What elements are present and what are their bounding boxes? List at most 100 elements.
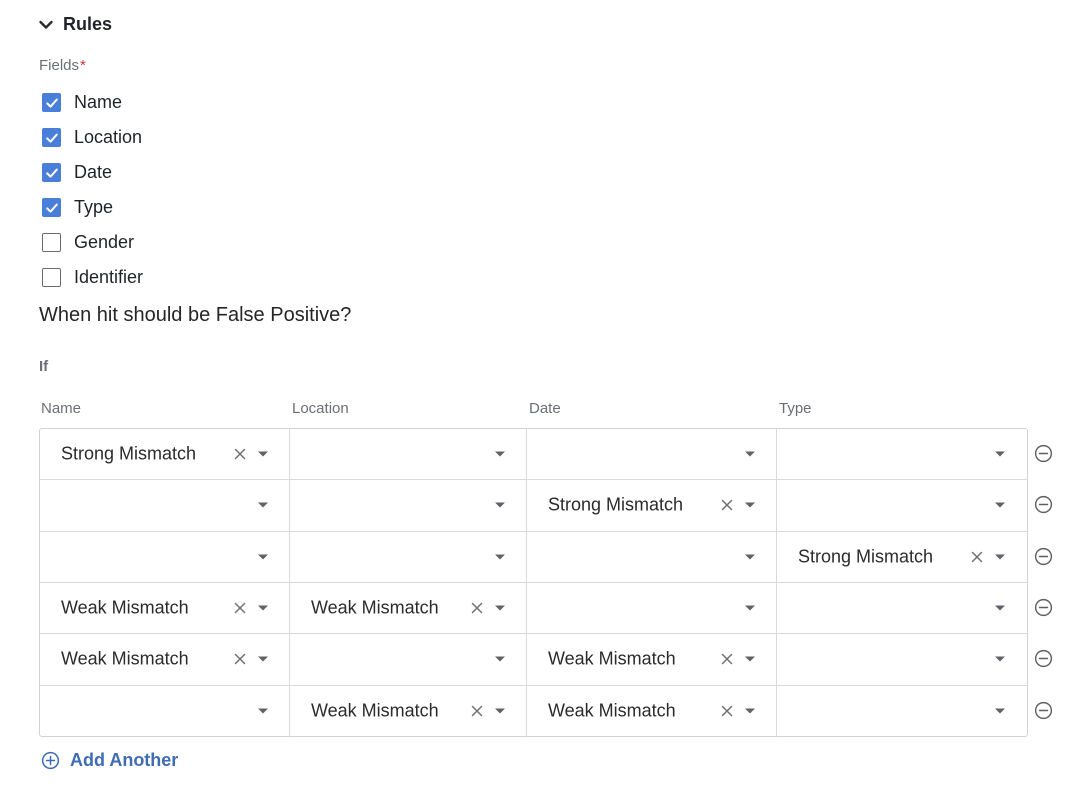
select-date[interactable]: Weak Mismatch: [527, 685, 777, 737]
dropdown-caret-icon[interactable]: [994, 707, 1006, 715]
dropdown-caret-icon[interactable]: [994, 450, 1006, 458]
select-value: Strong Mismatch: [61, 443, 197, 464]
field-checkbox[interactable]: [42, 268, 61, 287]
rule-row: Weak Mismatch Weak Mismatch: [40, 685, 1027, 737]
select-name[interactable]: Strong Mismatch: [40, 429, 290, 480]
select-value: Weak Mismatch: [311, 700, 439, 721]
select-name[interactable]: Weak Mismatch: [40, 582, 290, 634]
field-checkbox[interactable]: [42, 128, 61, 147]
field-checkbox[interactable]: [42, 198, 61, 217]
select-date[interactable]: Weak Mismatch: [527, 634, 777, 685]
dropdown-caret-icon[interactable]: [494, 655, 506, 663]
dropdown-caret-icon[interactable]: [744, 553, 756, 561]
rule-row: Strong Mismatch: [40, 480, 1027, 532]
required-mark: *: [80, 57, 86, 74]
dropdown-caret-icon[interactable]: [744, 707, 756, 715]
remove-row-icon[interactable]: [1034, 701, 1053, 720]
add-another-button[interactable]: Add Another: [41, 750, 178, 771]
clear-icon[interactable]: [970, 550, 984, 564]
dropdown-caret-icon[interactable]: [494, 604, 506, 612]
remove-row-icon[interactable]: [1034, 444, 1053, 463]
column-header-date: Date: [529, 400, 561, 417]
dropdown-caret-icon[interactable]: [257, 450, 269, 458]
select-location[interactable]: [290, 429, 527, 480]
clear-icon[interactable]: [233, 447, 247, 461]
column-header-name: Name: [41, 400, 82, 417]
select-name[interactable]: Weak Mismatch: [40, 634, 290, 685]
select-location[interactable]: [290, 634, 527, 685]
field-option-name[interactable]: Name: [42, 85, 143, 120]
select-date[interactable]: [527, 429, 777, 480]
field-option-label: Identifier: [74, 267, 144, 287]
select-name[interactable]: [40, 685, 290, 737]
field-option-label: Location: [74, 127, 143, 147]
checkmark-icon: [45, 203, 58, 213]
field-option-label: Date: [74, 162, 113, 182]
dropdown-caret-icon[interactable]: [994, 501, 1006, 509]
dropdown-caret-icon[interactable]: [994, 655, 1006, 663]
select-type[interactable]: [777, 634, 1027, 684]
dropdown-caret-icon[interactable]: [257, 553, 269, 561]
field-checkbox[interactable]: [42, 93, 61, 112]
select-value: Weak Mismatch: [61, 648, 189, 669]
field-checkbox[interactable]: [42, 163, 61, 182]
clear-icon[interactable]: [720, 498, 734, 512]
select-value: Strong Mismatch: [798, 546, 934, 567]
dropdown-caret-icon[interactable]: [257, 604, 269, 612]
dropdown-caret-icon[interactable]: [994, 553, 1006, 561]
field-option-label: Name: [74, 92, 123, 112]
select-date[interactable]: [527, 531, 777, 582]
select-type[interactable]: [777, 686, 1027, 737]
field-option-type[interactable]: Type: [42, 190, 143, 225]
field-option-location[interactable]: Location: [42, 120, 143, 155]
select-type[interactable]: [777, 480, 1027, 530]
select-date[interactable]: Strong Mismatch: [527, 480, 777, 531]
chevron-down-icon[interactable]: [38, 17, 54, 33]
section-title: Rules: [63, 14, 113, 34]
dropdown-caret-icon[interactable]: [744, 450, 756, 458]
dropdown-caret-icon[interactable]: [257, 501, 269, 509]
dropdown-caret-icon[interactable]: [744, 501, 756, 509]
select-date[interactable]: [527, 582, 777, 634]
select-location[interactable]: Weak Mismatch: [290, 685, 527, 737]
field-option-gender[interactable]: Gender: [42, 225, 143, 260]
clear-icon[interactable]: [720, 652, 734, 666]
dropdown-caret-icon[interactable]: [257, 655, 269, 663]
dropdown-caret-icon[interactable]: [257, 707, 269, 715]
dropdown-caret-icon[interactable]: [494, 450, 506, 458]
field-option-identifier[interactable]: Identifier: [42, 260, 143, 295]
fields-label-text: Fields: [39, 57, 80, 74]
clear-icon[interactable]: [470, 704, 484, 718]
remove-row-icon[interactable]: [1034, 495, 1053, 514]
dropdown-caret-icon[interactable]: [744, 655, 756, 663]
select-name[interactable]: [40, 531, 290, 582]
select-location[interactable]: [290, 531, 527, 582]
remove-row-icon[interactable]: [1034, 598, 1053, 617]
select-value: Weak Mismatch: [548, 700, 676, 721]
field-checkbox[interactable]: [42, 233, 61, 252]
clear-icon[interactable]: [233, 652, 247, 666]
remove-row-icon[interactable]: [1034, 547, 1053, 566]
rule-row: Strong Mismatch: [40, 531, 1027, 583]
rules-section-header[interactable]: Rules: [38, 14, 112, 35]
field-option-date[interactable]: Date: [42, 155, 143, 190]
dropdown-caret-icon[interactable]: [494, 553, 506, 561]
select-location[interactable]: [290, 480, 527, 531]
select-type[interactable]: Strong Mismatch: [777, 532, 1027, 582]
clear-icon[interactable]: [720, 704, 734, 718]
select-type[interactable]: [777, 429, 1027, 479]
select-location[interactable]: Weak Mismatch: [290, 582, 527, 634]
rules-grid: Strong Mismatch Strong Mismatch Strong Mis…: [39, 428, 1028, 737]
clear-icon[interactable]: [470, 601, 484, 615]
select-name[interactable]: [40, 480, 290, 531]
dropdown-caret-icon[interactable]: [494, 501, 506, 509]
checkmark-icon: [45, 168, 58, 178]
fields-checkbox-list: Name Location Date Type Gender Identifier: [42, 85, 143, 295]
checkmark-icon: [45, 98, 58, 108]
select-type[interactable]: [777, 583, 1027, 633]
dropdown-caret-icon[interactable]: [494, 707, 506, 715]
dropdown-caret-icon[interactable]: [744, 604, 756, 612]
remove-row-icon[interactable]: [1034, 649, 1053, 668]
clear-icon[interactable]: [233, 601, 247, 615]
dropdown-caret-icon[interactable]: [994, 604, 1006, 612]
